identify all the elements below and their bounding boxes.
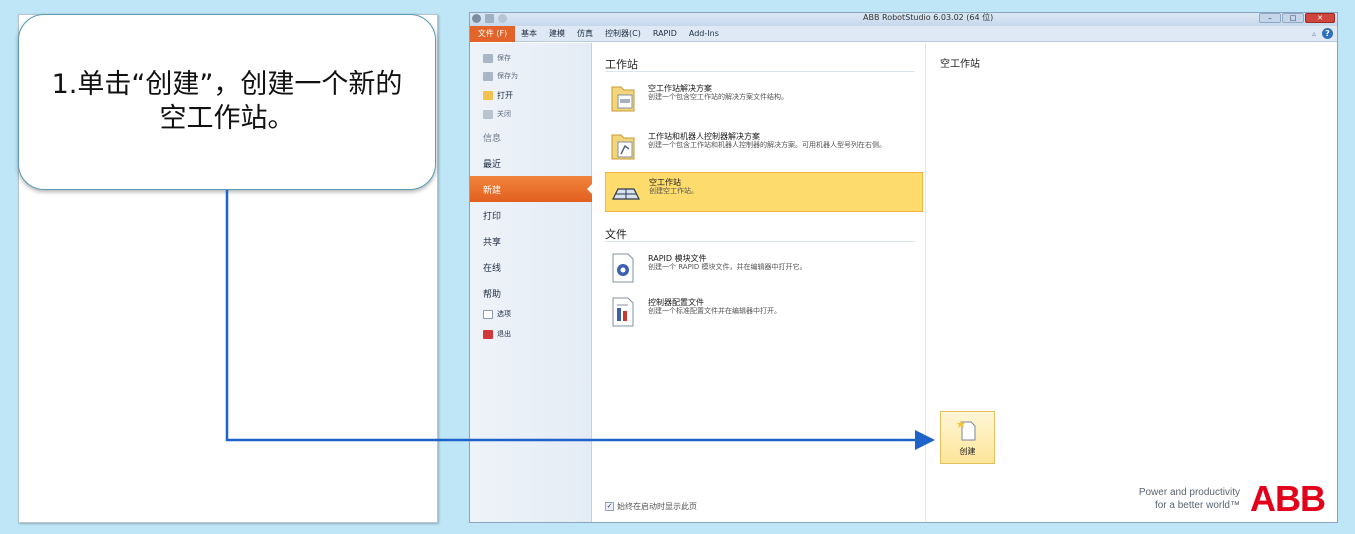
minimize-button[interactable]: – <box>1259 13 1281 23</box>
menu-exit-label: 退出 <box>497 330 511 338</box>
maximize-button[interactable]: □ <box>1282 13 1304 23</box>
menu-save-as[interactable]: 保存为 <box>470 70 592 82</box>
brand-area: Power and productivity for a better worl… <box>1139 478 1326 519</box>
file-section-title: 文件 <box>605 228 627 241</box>
ribbon-tabs: 文件 (F) 基本 建模 仿真 控制器(C) RAPID Add-Ins <box>470 25 1337 42</box>
create-button[interactable]: 创建 <box>940 411 995 464</box>
preview-title: 空工作站 <box>940 59 980 70</box>
tab-rapid[interactable]: RAPID <box>647 26 683 42</box>
tab-file[interactable]: 文件 (F) <box>470 25 515 42</box>
tab-add-ins[interactable]: Add-Ins <box>683 26 725 42</box>
menu-save[interactable]: 保存 <box>470 52 592 64</box>
instruction-callout: 1.单击“创建”，创建一个新的空工作站。 <box>18 14 436 190</box>
abb-logo: ABB <box>1250 478 1326 519</box>
menu-print-label: 打印 <box>483 211 502 222</box>
startup-checkbox[interactable]: ✓ <box>605 502 614 511</box>
item-desc: 创建一个包含空工作站的解决方案文件结构。 <box>648 93 788 101</box>
new-content-pane: 工作站 空工作站解决方案 创建一个包含空工作站的解决方案文件结构。 工作站和机器… <box>592 43 925 522</box>
instruction-text: 1.单击“创建”，创建一个新的空工作站。 <box>51 69 403 134</box>
menu-new[interactable]: 新建 <box>470 176 593 202</box>
menu-info-label: 信息 <box>483 133 502 144</box>
item-controller-config-file[interactable]: 控制器配置文件 创建一个标准配置文件并在编辑器中打开。 <box>605 293 923 334</box>
menu-open-label: 打开 <box>497 90 513 100</box>
tab-controller[interactable]: 控制器(C) <box>599 26 647 42</box>
create-button-label: 创建 <box>959 447 976 456</box>
robotstudio-window: ABB RobotStudio 6.03.02 (64 位) – □ ✕ 文件 … <box>469 12 1338 523</box>
menu-close-label: 关闭 <box>497 110 511 118</box>
section-divider <box>605 241 915 242</box>
save-icon <box>483 53 493 63</box>
menu-close[interactable]: 关闭 <box>470 108 592 120</box>
item-desc: 创建一个 RAPID 模块文件，并在编辑器中打开它。 <box>648 263 807 271</box>
backstage-menu: 保存 保存为 打开 关闭 信息 最近 新建 打印 共享 在线 帮助 选项 退出 <box>470 43 593 522</box>
menu-share[interactable]: 共享 <box>470 234 592 248</box>
help-icon[interactable]: ? <box>1322 28 1333 39</box>
new-document-icon <box>956 420 975 441</box>
rapid-module-icon <box>612 253 634 283</box>
menu-exit[interactable]: 退出 <box>470 328 592 340</box>
startup-checkbox-row[interactable]: ✓ 始终在启动时显示此页 <box>605 501 697 512</box>
menu-save-as-label: 保存为 <box>497 72 518 80</box>
tagline-line-1: Power and productivity <box>1138 487 1240 498</box>
options-icon <box>483 309 493 319</box>
tab-home[interactable]: 基本 <box>515 26 543 42</box>
tab-modeling[interactable]: 建模 <box>543 26 571 42</box>
menu-recent-label: 最近 <box>483 159 502 170</box>
save-as-icon <box>483 71 493 81</box>
solution-robot-icon <box>611 134 635 160</box>
menu-new-label: 新建 <box>483 185 502 196</box>
item-desc: 创建空工作站。 <box>649 187 698 195</box>
solution-folder-icon <box>611 86 635 112</box>
preview-pane: 空工作站 创建 Power and productivity for a bet… <box>925 43 1337 522</box>
item-desc: 创建一个标准配置文件并在编辑器中打开。 <box>648 307 781 315</box>
menu-info[interactable]: 信息 <box>470 130 592 144</box>
menu-help-label: 帮助 <box>483 289 502 300</box>
window-title: ABB RobotStudio 6.03.02 (64 位) <box>863 13 994 22</box>
menu-share-label: 共享 <box>483 237 502 248</box>
collapse-ribbon-icon[interactable]: ▵ <box>1312 29 1316 38</box>
open-folder-icon <box>483 90 493 100</box>
item-desc: 创建一个包含工作站和机器人控制器的解决方案。可用机器人型号列在右侧。 <box>648 141 886 149</box>
tagline-line-2: for a better world™ <box>1154 500 1240 511</box>
menu-open[interactable]: 打开 <box>470 89 592 101</box>
menu-online-label: 在线 <box>483 263 502 274</box>
section-divider <box>605 71 915 72</box>
menu-options[interactable]: 选项 <box>470 308 592 320</box>
tab-simulation[interactable]: 仿真 <box>571 26 599 42</box>
undo-quick-icon[interactable] <box>498 13 507 23</box>
close-doc-icon <box>483 109 493 119</box>
menu-options-label: 选项 <box>497 310 511 318</box>
menu-save-label: 保存 <box>497 54 511 62</box>
workstation-section-title: 工作站 <box>605 58 638 71</box>
app-icon[interactable] <box>472 13 481 23</box>
item-station-controller-solution[interactable]: 工作站和机器人控制器解决方案 创建一个包含工作站和机器人控制器的解决方案。可用机… <box>605 127 923 171</box>
quick-access-toolbar <box>472 13 588 23</box>
window-controls: – □ ✕ <box>1259 13 1335 23</box>
title-bar: ABB RobotStudio 6.03.02 (64 位) – □ ✕ <box>470 13 1337 26</box>
menu-online[interactable]: 在线 <box>470 260 592 274</box>
menu-print[interactable]: 打印 <box>470 208 592 222</box>
close-button[interactable]: ✕ <box>1305 13 1335 23</box>
brand-tagline: Power and productivity for a better worl… <box>1139 486 1240 512</box>
item-rapid-module-file[interactable]: RAPID 模块文件 创建一个 RAPID 模块文件，并在编辑器中打开它。 <box>605 249 923 290</box>
exit-icon <box>483 329 493 339</box>
config-file-icon <box>612 297 634 327</box>
startup-checkbox-label: 始终在启动时显示此页 <box>617 502 697 511</box>
menu-recent[interactable]: 最近 <box>470 156 592 170</box>
save-quick-icon[interactable] <box>485 13 494 23</box>
menu-help[interactable]: 帮助 <box>470 286 592 300</box>
item-empty-station[interactable]: 空工作站 创建空工作站。 <box>605 172 923 212</box>
empty-station-icon <box>612 188 640 200</box>
item-empty-station-solution[interactable]: 空工作站解决方案 创建一个包含空工作站的解决方案文件结构。 <box>605 79 923 120</box>
help-area: ▵ ? <box>1312 28 1333 39</box>
